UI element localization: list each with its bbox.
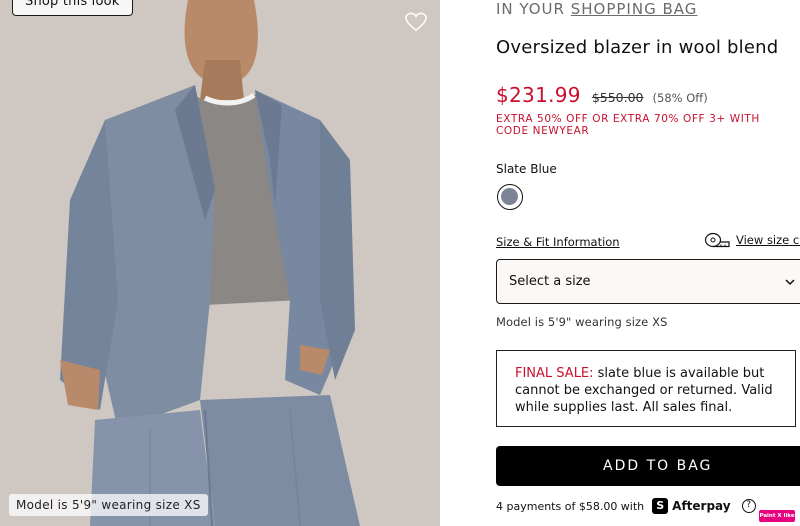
chevron-down-icon [785, 279, 795, 286]
shop-this-look-button[interactable]: Shop this look [12, 0, 133, 16]
promo-message: EXTRA 50% OFF OR EXTRA 70% OFF 3+ WITH C… [496, 113, 760, 137]
paint-badge[interactable]: Paint X like [759, 510, 795, 522]
product-photo [0, 0, 440, 526]
view-size-chart-label: View size chart [736, 233, 800, 247]
heart-icon[interactable] [405, 12, 427, 32]
afterpay-text: 4 payments of $58.00 with [496, 499, 645, 513]
afterpay-installments: 4 payments of $58.00 with S Afterpay ? [496, 498, 756, 514]
size-select-placeholder: Select a size [509, 274, 591, 289]
product-title: Oversized blazer in wool blend [496, 37, 779, 58]
afterpay-icon: S [652, 498, 669, 514]
size-fit-information-link[interactable]: Size & Fit Information [496, 235, 620, 249]
bag-note-prefix: IN YOUR [496, 0, 571, 18]
color-swatch-slate-blue[interactable] [497, 184, 523, 210]
model-size-caption: Model is 5'9" wearing size XS [9, 494, 208, 516]
size-select-dropdown[interactable]: Select a size [496, 259, 800, 304]
product-image[interactable]: Shop this look Model is 5'9" wearing siz… [0, 0, 440, 526]
tape-measure-icon [704, 232, 730, 248]
afterpay-brand: Afterpay [672, 499, 731, 513]
selected-color-label: Slate Blue [496, 162, 557, 176]
final-sale-label: FINAL SALE: [515, 366, 594, 381]
help-icon[interactable]: ? [741, 499, 756, 513]
model-size-note: Model is 5'9" wearing size XS [496, 315, 668, 329]
product-details-panel: IN YOUR SHOPPING BAG Oversized blazer in… [496, 0, 800, 526]
sale-price: $231.99 [496, 83, 581, 107]
discount-percent: (58% Off) [652, 91, 708, 105]
add-to-bag-button[interactable]: ADD TO BAG [496, 446, 800, 486]
price-row: $231.99 $550.00 (58% Off) [496, 83, 708, 107]
final-sale-notice: FINAL SALE: slate blue is available but … [496, 350, 796, 427]
in-your-bag-note: IN YOUR SHOPPING BAG [496, 0, 697, 18]
original-price: $550.00 [591, 90, 644, 105]
view-size-chart-link[interactable]: View size chart [704, 232, 800, 248]
shopping-bag-link[interactable]: SHOPPING BAG [571, 0, 698, 18]
swatch-fill [501, 188, 518, 205]
